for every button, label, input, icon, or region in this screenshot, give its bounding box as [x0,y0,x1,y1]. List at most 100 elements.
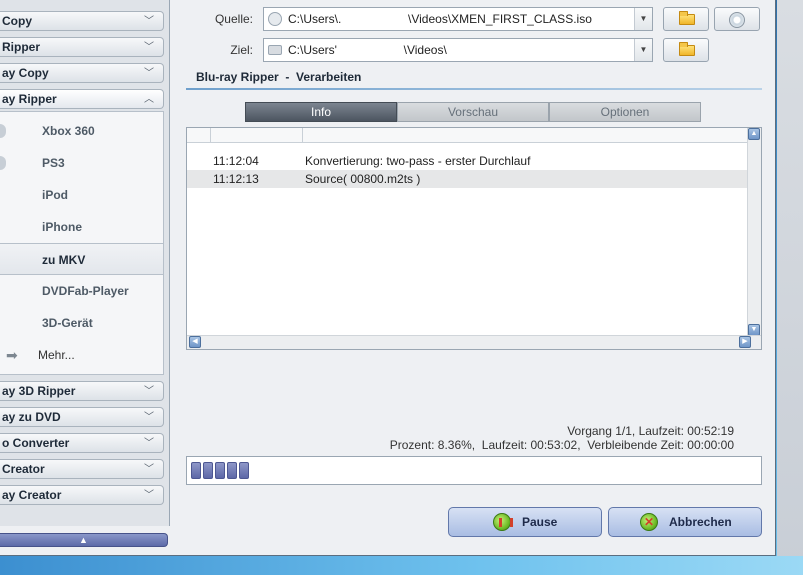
arrow-right-icon: ➡ [6,347,18,363]
source-disc-button[interactable] [714,7,760,31]
log-header [187,128,748,143]
log-time: 11:12:04 [213,154,259,168]
dropdown-arrow-icon[interactable]: ▼ [634,8,652,30]
folder-icon [268,45,282,55]
sidebar-category-ripper[interactable]: Ripper ﹀ [0,37,164,57]
sidebar-subpanel: Xbox 360 PS3 iPod iPhone zu MKV DVDFab-P… [0,111,164,375]
sidebar-category-copy[interactable]: Copy ﹀ [0,11,164,31]
log-vertical-scrollbar[interactable]: ▲ ▼ [747,128,761,336]
progress-segment [227,462,237,479]
sidebar-item-label: DVDFab-Player [42,284,129,298]
progress-segment [215,462,225,479]
sidebar-item-more[interactable]: ➡ Mehr... [0,339,163,371]
tab-info[interactable]: Info [245,102,397,122]
sidebar-category-label: Copy [2,14,32,28]
sidebar-item-iphone[interactable]: iPhone [0,211,163,243]
disc-icon [729,12,745,28]
source-path-combo[interactable]: C:\Users\. \Videos\XMEN_FIRST_CLASS.iso … [263,7,653,31]
progress-segment [203,462,213,479]
sidebar-item-label: Xbox 360 [42,124,95,138]
sidebar-item-xbox360[interactable]: Xbox 360 [0,115,163,147]
sidebar-item-ipod[interactable]: iPod [0,179,163,211]
chevron-down-icon: ﹀ [144,386,154,397]
log-message: Konvertierung: two-pass - erster Durchla… [305,154,531,168]
device-icon [0,156,6,170]
scroll-up-icon[interactable]: ▲ [748,128,760,140]
log-row: 11:12:13 Source( 00800.m2ts ) [187,170,748,188]
sidebar-category-bluray-to-dvd[interactable]: ay zu DVD ﹀ [0,407,164,427]
disc-icon [268,12,282,26]
pause-button[interactable]: Pause [448,507,602,537]
chevron-down-icon: ﹀ [144,16,154,27]
sidebar-category-label: ay Ripper [2,92,57,106]
source-label: Quelle: [214,12,253,26]
log-list: 11:12:04 Konvertierung: two-pass - erste… [186,127,762,350]
background-window [777,0,803,575]
log-time: 11:12:13 [213,172,259,186]
sidebar-item-label: zu MKV [42,253,86,267]
tab-preview[interactable]: Vorschau [397,102,549,122]
log-horizontal-scrollbar[interactable]: ◀ ▶ [187,335,761,349]
scroll-right-icon[interactable]: ▶ [739,336,751,348]
chevron-up-icon: ︿ [144,94,154,105]
tab-options[interactable]: Optionen [549,102,701,122]
dropdown-arrow-icon[interactable]: ▼ [634,39,652,61]
sidebar-category-bluray-ripper[interactable]: ay Ripper ︿ [0,89,164,109]
app-window: Copy ﹀ Ripper ﹀ ay Copy ﹀ ay Ripper ︿ Xb… [0,0,776,556]
target-path-combo[interactable]: C:\Users' \Videos\ ▼ [263,38,653,62]
source-path-value: C:\Users\. \Videos\XMEN_FIRST_CLASS.iso [288,12,592,26]
status-line-2: Prozent: 8.36%, Laufzeit: 00:53:02, Verb… [389,438,734,452]
cancel-button[interactable]: Abbrechen [608,507,762,537]
cancel-icon [640,508,658,536]
sidebar-item-mkv[interactable]: zu MKV [0,243,163,275]
cancel-button-label: Abbrechen [669,515,732,529]
chevron-down-icon: ﹀ [144,490,154,501]
sidebar-category-label: Ripper [2,40,41,54]
sidebar: Copy ﹀ Ripper ﹀ ay Copy ﹀ ay Ripper ︿ Xb… [0,0,170,526]
chevron-down-icon: ﹀ [144,412,154,423]
sidebar-category-bluray-3d-ripper[interactable]: ay 3D Ripper ﹀ [0,381,164,401]
sidebar-item-label: 3D-Gerät [42,316,93,330]
section-title: Blu-ray Ripper - Verarbeiten [196,70,362,84]
sidebar-item-label: Mehr... [38,348,75,362]
sidebar-item-3d-device[interactable]: 3D-Gerät [0,307,163,339]
source-browse-button[interactable] [663,7,709,31]
sidebar-category-bluray-copy[interactable]: ay Copy ﹀ [0,63,164,83]
sidebar-item-dvdfab-player[interactable]: DVDFab-Player [0,275,163,307]
log-row: 11:12:04 Konvertierung: two-pass - erste… [187,152,748,170]
sidebar-collapse-button[interactable]: ▲ [0,533,168,547]
section-divider [186,88,762,90]
pause-icon [493,513,513,531]
sidebar-category-video-converter[interactable]: o Converter ﹀ [0,433,164,453]
sidebar-category-label: ay zu DVD [2,410,61,424]
sidebar-category-label: ay 3D Ripper [2,384,76,398]
chevron-down-icon: ﹀ [144,464,154,475]
folder-icon [679,11,695,25]
chevron-down-icon: ﹀ [144,438,154,449]
log-header-col-time[interactable] [211,128,303,142]
target-label: Ziel: [230,43,253,57]
log-message: Source( 00800.m2ts ) [305,172,421,186]
sidebar-item-ps3[interactable]: PS3 [0,147,163,179]
status-line-1: Vorgang 1/1, Laufzeit: 00:52:19 [567,424,734,438]
sidebar-category-label: ay Copy [2,66,49,80]
sidebar-category-label: o Converter [2,436,70,450]
folder-icon [679,42,695,56]
progress-segment [239,462,249,479]
sidebar-category-label: ay Creator [2,488,62,502]
sidebar-category-dvd-creator[interactable]: Creator ﹀ [0,459,164,479]
target-browse-button[interactable] [663,38,709,62]
log-header-col-icon[interactable] [187,128,211,142]
sidebar-category-label: Creator [2,462,45,476]
desktop-background [0,556,803,575]
chevron-down-icon: ﹀ [144,68,154,79]
chevron-down-icon: ﹀ [144,42,154,53]
pause-button-label: Pause [522,515,558,529]
sidebar-item-label: PS3 [42,156,65,170]
device-icon [0,124,6,138]
sidebar-item-label: iPhone [42,220,83,234]
target-path-value: C:\Users' \Videos\ [288,43,447,57]
sidebar-item-label: iPod [42,188,68,202]
sidebar-category-bluray-creator[interactable]: ay Creator ﹀ [0,485,164,505]
scroll-left-icon[interactable]: ◀ [189,336,201,348]
